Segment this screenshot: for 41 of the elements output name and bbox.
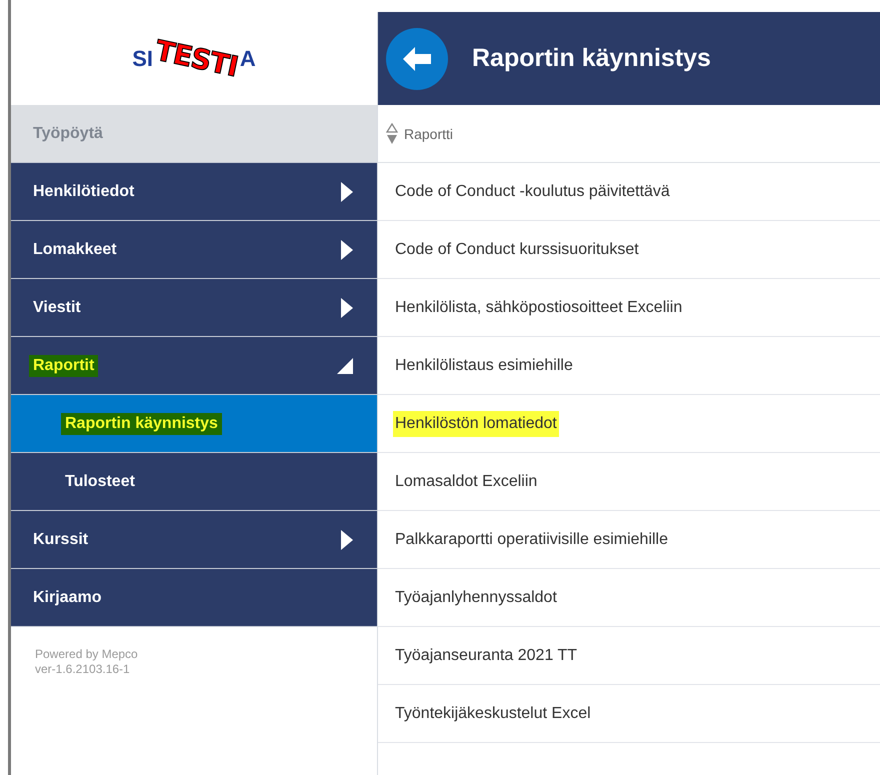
table-row[interactable]: Työajanseuranta 2021 TT xyxy=(378,627,880,685)
footer-text: ver-1.6.2103.16-1 xyxy=(35,662,131,677)
sidebar-item[interactable]: Kurssit xyxy=(11,511,377,569)
sidebar-item[interactable]: Lomakkeet xyxy=(11,221,377,279)
sidebar-item[interactable]: Raportit xyxy=(11,337,377,395)
sidebar-subitem[interactable]: Raportin käynnistys xyxy=(11,395,377,453)
triangle-right-icon xyxy=(341,298,353,318)
table-cell: Henkilölistaus esimiehille xyxy=(395,356,573,374)
table-row[interactable]: Palkkaraportti operatiivisille esimiehille xyxy=(378,511,880,569)
table-row[interactable]: Henkilöstön lomatiedot xyxy=(378,395,880,453)
logo: SI TESTI A xyxy=(131,32,257,85)
table-row[interactable]: Code of Conduct kurssisuoritukset xyxy=(378,221,880,279)
table-row[interactable]: Henkilölistaus esimiehille xyxy=(378,337,880,395)
column-header[interactable]: Raportti xyxy=(378,105,880,163)
table-row[interactable]: Lomasaldot Exceliin xyxy=(378,453,880,511)
triangle-right-icon xyxy=(341,530,353,550)
table-row[interactable]: Henkilölista, sähköpostiosoitteet Exceliin xyxy=(378,279,880,337)
sidebar-item[interactable]: Viestit xyxy=(11,279,377,337)
sidebar-item[interactable]: Kirjaamo xyxy=(11,569,377,627)
table-cell: Henkilöstön lomatiedot xyxy=(393,410,559,436)
table-cell: Lomasaldot Exceliin xyxy=(395,472,538,490)
table-cell: Työajanseuranta 2021 TT xyxy=(395,646,578,664)
page-title: Raportin käynnistys xyxy=(472,44,711,73)
triangle-right-icon xyxy=(341,182,353,202)
sidebar-item[interactable]: Henkilötiedot xyxy=(11,163,377,221)
table-cell: Työntekijäkeskustelut Excel xyxy=(395,704,591,722)
arrow-left-icon xyxy=(403,46,431,70)
table-cell: Code of Conduct -koulutus päivitettävä xyxy=(395,182,670,200)
table-cell: Henkilölista, sähköpostiosoitteet Exceliin xyxy=(395,298,682,316)
sidebar-item: Työpöytä xyxy=(11,105,377,163)
table-cell: Palkkaraportti operatiivisille esimiehille xyxy=(395,530,668,548)
table-row[interactable]: Code of Conduct -koulutus päivitettävä xyxy=(378,163,880,221)
table-cell: Työajanlyhennyssaldot xyxy=(395,588,557,606)
triangle-right-icon xyxy=(341,240,353,260)
table-row[interactable]: Työntekijäkeskustelut Excel xyxy=(378,685,880,743)
triangle-down-icon xyxy=(337,358,353,374)
sort-icon xyxy=(386,122,398,144)
footer-text: Powered by Mepco xyxy=(35,647,139,662)
table-row[interactable]: Työajanlyhennyssaldot xyxy=(378,569,880,627)
table-cell: Code of Conduct kurssisuoritukset xyxy=(395,240,639,258)
sidebar-subitem[interactable]: Tulosteet xyxy=(11,453,377,511)
